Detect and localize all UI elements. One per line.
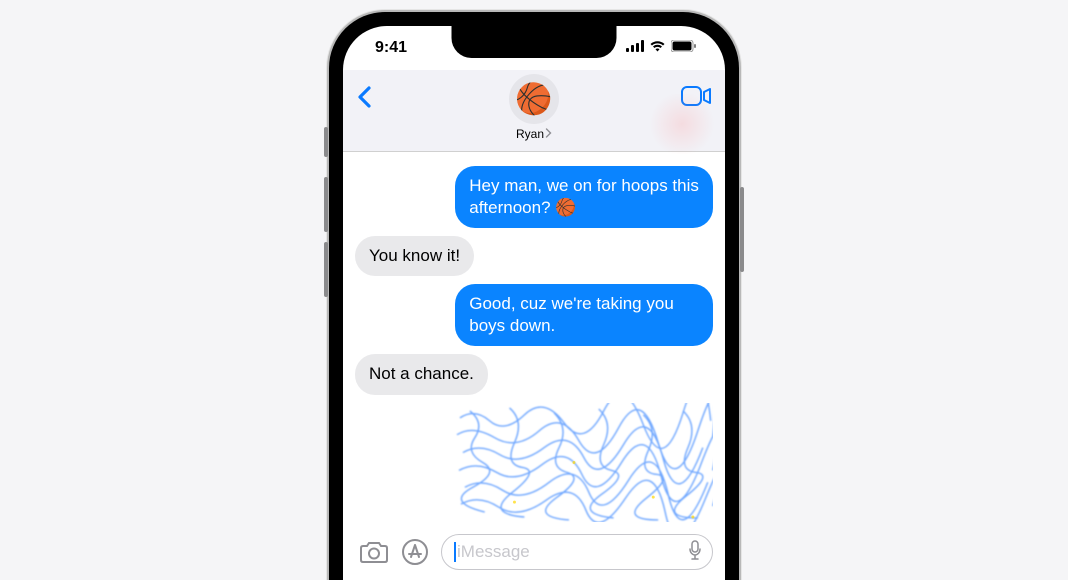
invisible-ink-effect[interactable] xyxy=(455,403,713,523)
volume-up-button xyxy=(324,177,328,232)
message-text: Hey man, we on for hoops this afternoon?… xyxy=(469,176,699,217)
cellular-icon xyxy=(626,39,644,57)
message-text: Good, cuz we're taking you boys down. xyxy=(469,294,674,335)
contact-avatar: 🏀 xyxy=(509,74,559,124)
message-bubble-sent[interactable]: Hey man, we on for hoops this afternoon?… xyxy=(455,166,713,228)
nav-header: 🏀 Ryan xyxy=(343,70,725,152)
messages-list[interactable]: Hey man, we on for hoops this afternoon?… xyxy=(343,152,725,547)
facetime-button[interactable] xyxy=(671,74,711,106)
back-button[interactable] xyxy=(357,74,397,113)
chevron-right-icon xyxy=(545,127,552,141)
message-text: Not a chance. xyxy=(369,364,474,383)
status-right xyxy=(626,39,697,57)
battery-icon xyxy=(671,39,697,57)
status-time: 9:41 xyxy=(375,39,407,57)
contact-name-row: Ryan xyxy=(516,127,552,141)
notch xyxy=(452,26,617,58)
app-store-button[interactable] xyxy=(401,538,429,566)
message-bubble-received[interactable]: You know it! xyxy=(355,236,474,276)
message-bubble-received[interactable]: Not a chance. xyxy=(355,354,488,394)
side-button xyxy=(740,187,744,272)
wifi-icon xyxy=(649,39,666,57)
particle-effect-icon xyxy=(455,403,713,522)
volume-down-button xyxy=(324,242,328,297)
basketball-icon: 🏀 xyxy=(515,82,552,117)
iphone-frame: 9:41 🏀 Rya xyxy=(329,12,739,580)
screen: 9:41 🏀 Rya xyxy=(343,26,725,580)
message-input[interactable]: iMessage xyxy=(441,534,713,570)
message-text: You know it! xyxy=(369,246,460,265)
contact-info[interactable]: 🏀 Ryan xyxy=(397,74,671,141)
camera-button[interactable] xyxy=(359,540,389,564)
message-bubble-sent[interactable]: Good, cuz we're taking you boys down. xyxy=(455,284,713,346)
silent-switch xyxy=(324,127,328,157)
contact-name: Ryan xyxy=(516,127,544,141)
microphone-icon[interactable] xyxy=(688,540,702,565)
text-cursor xyxy=(454,542,456,562)
input-placeholder: iMessage xyxy=(457,542,688,562)
compose-bar: iMessage xyxy=(343,526,725,580)
